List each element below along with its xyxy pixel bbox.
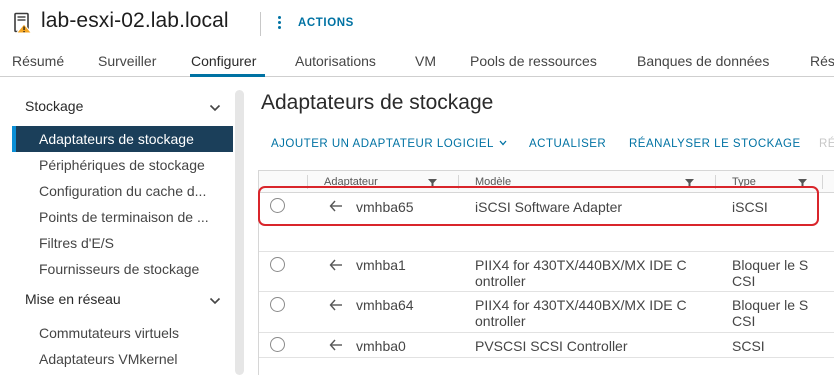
- row-highlight-annotation: [258, 186, 819, 226]
- adapter-name: vmhba64: [356, 297, 414, 313]
- adapter-type: Bloquer le S CSI: [732, 297, 809, 329]
- adapter-icon: [329, 259, 342, 271]
- tab-autorisations[interactable]: Autorisations: [295, 53, 376, 69]
- header-divider: [260, 12, 261, 36]
- sidebar-item-commutateurs-virtuels[interactable]: Commutateurs virtuels: [12, 320, 233, 346]
- sidebar-section-mise-en-reseau[interactable]: Mise en réseau: [25, 291, 121, 307]
- tab-vm[interactable]: VM: [415, 53, 436, 69]
- row-select-radio[interactable]: [270, 337, 285, 352]
- tab-resume[interactable]: Résumé: [12, 53, 64, 69]
- chevron-down-icon[interactable]: [209, 297, 221, 305]
- page-title: lab-esxi-02.lab.local: [41, 9, 229, 32]
- host-warning-icon: [14, 12, 32, 34]
- sidebar-item-adaptateurs-de-stockage[interactable]: Adaptateurs de stockage: [12, 126, 233, 152]
- adapter-name: vmhba0: [356, 338, 406, 354]
- tab-bar: Résumé Surveiller Configurer Autorisatio…: [0, 51, 834, 77]
- refresh-button[interactable]: ACTUALISER: [529, 138, 606, 150]
- adapter-model: PIIX4 for 430TX/440BX/MX IDE C ontroller: [475, 257, 687, 289]
- sidebar-item-filtres-es[interactable]: Filtres d'E/S: [12, 230, 233, 256]
- add-software-adapter-label: AJOUTER UN ADAPTATEUR LOGICIEL: [271, 138, 494, 150]
- adapter-model: PVSCSI SCSI Controller: [475, 338, 628, 354]
- sidebar-scrollbar[interactable]: [235, 90, 244, 375]
- column-divider: [822, 175, 823, 189]
- sidebar-item-points-de-terminaison[interactable]: Points de terminaison de ...: [12, 204, 233, 230]
- sidebar-item-configuration-du-cache[interactable]: Configuration du cache d...: [12, 178, 233, 204]
- tab-configurer[interactable]: Configurer: [191, 53, 256, 69]
- adapter-name: vmhba1: [356, 257, 406, 273]
- active-tab-indicator: [190, 74, 265, 77]
- chevron-down-icon[interactable]: [209, 104, 221, 112]
- table-row[interactable]: vmhba0 PVSCSI SCSI Controller SCSI: [259, 333, 834, 358]
- adapter-icon: [329, 339, 342, 351]
- tab-banques-de-donnees[interactable]: Banques de données: [637, 53, 769, 69]
- tab-pools-de-ressources[interactable]: Pools de ressources: [470, 53, 597, 69]
- tab-reseaux-truncated[interactable]: Rés: [810, 53, 834, 69]
- active-item-indicator: [12, 126, 16, 152]
- table-row[interactable]: vmhba1 PIIX4 for 430TX/440BX/MX IDE C on…: [259, 252, 834, 292]
- tab-surveiller[interactable]: Surveiller: [98, 53, 156, 69]
- truncated-toolbar-button[interactable]: RÉ: [819, 138, 834, 150]
- config-sidebar: Stockage Adaptateurs de stockage Périphé…: [0, 78, 248, 375]
- rescan-storage-button[interactable]: RÉANALYSER LE STOCKAGE: [629, 138, 801, 150]
- kebab-menu-icon[interactable]: [275, 15, 283, 33]
- row-select-radio[interactable]: [270, 257, 285, 272]
- add-software-adapter-button[interactable]: AJOUTER UN ADAPTATEUR LOGICIEL: [271, 138, 507, 150]
- sidebar-item-adaptateurs-vmkernel[interactable]: Adaptateurs VMkernel: [12, 346, 233, 372]
- sidebar-item-peripheriques-de-stockage[interactable]: Périphériques de stockage: [12, 152, 233, 178]
- adapter-model: PIIX4 for 430TX/440BX/MX IDE C ontroller: [475, 297, 687, 329]
- adapter-type: Bloquer le S CSI: [732, 257, 809, 289]
- actions-button[interactable]: ACTIONS: [298, 17, 354, 29]
- chevron-down-icon: [499, 140, 507, 146]
- section-title: Adaptateurs de stockage: [261, 91, 494, 114]
- sidebar-section-stockage[interactable]: Stockage: [25, 98, 83, 114]
- sidebar-item-fournisseurs-de-stockage[interactable]: Fournisseurs de stockage: [12, 256, 233, 282]
- row-select-radio[interactable]: [270, 297, 285, 312]
- adapter-type: SCSI: [732, 338, 765, 354]
- table-row[interactable]: vmhba64 PIIX4 for 430TX/440BX/MX IDE C o…: [259, 292, 834, 333]
- adapter-icon: [329, 299, 342, 311]
